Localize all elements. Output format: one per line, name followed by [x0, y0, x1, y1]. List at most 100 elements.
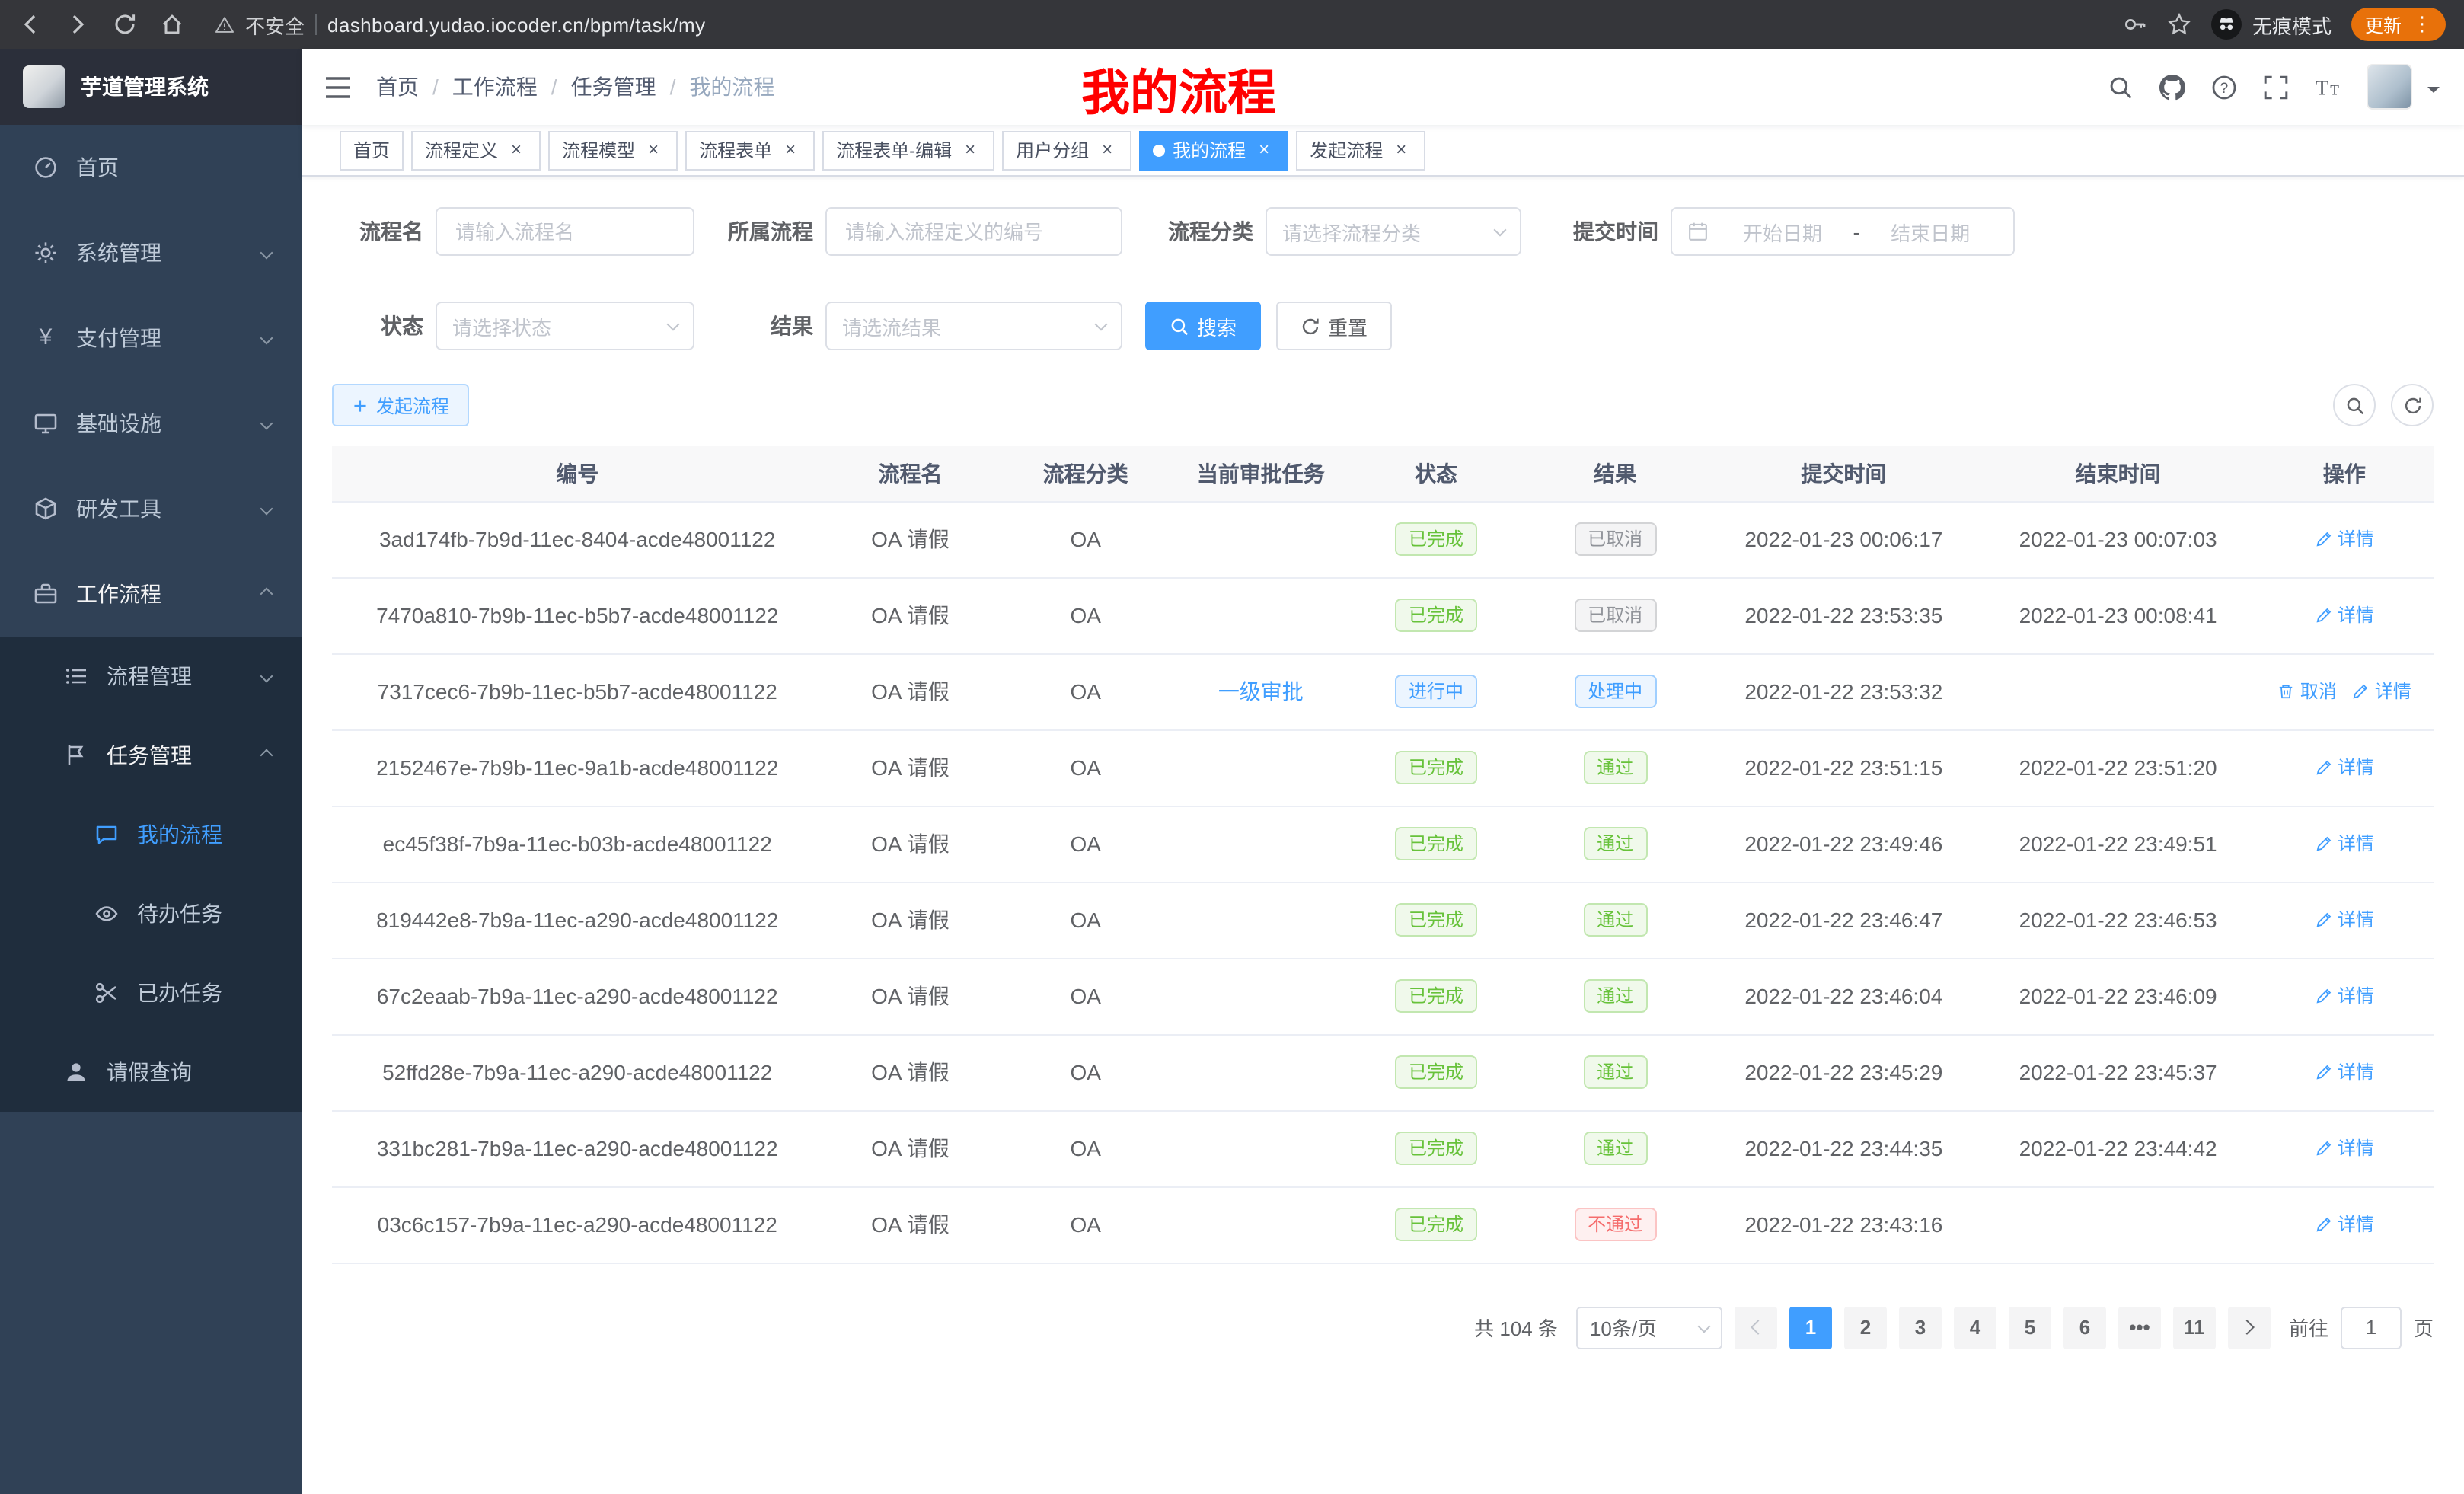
address-bar[interactable]: 不安全 dashboard.yudao.iocoder.cn/bpm/task/…: [215, 10, 706, 39]
sidebar-item-infrastructure[interactable]: 基础设施: [0, 381, 302, 466]
tab-home[interactable]: 首页: [340, 130, 404, 170]
cell-task: [1173, 1110, 1348, 1186]
search-icon[interactable]: [2108, 74, 2134, 100]
update-button[interactable]: 更新 ⋮: [2351, 8, 2446, 41]
result-select[interactable]: 请选流结果: [825, 302, 1122, 350]
forward-icon[interactable]: [65, 12, 90, 37]
detail-link[interactable]: 详情: [2315, 526, 2374, 552]
back-icon[interactable]: [18, 12, 43, 37]
sidebar-item-payment[interactable]: ¥支付管理: [0, 295, 302, 381]
delete-icon: [2277, 682, 2296, 701]
cell-submit-time: 2022-01-22 23:49:46: [1706, 806, 1980, 882]
sidebar-item-workflow[interactable]: 工作流程: [0, 551, 302, 637]
page-button-2[interactable]: 2: [1844, 1306, 1887, 1349]
detail-link[interactable]: 详情: [2315, 831, 2374, 857]
sidebar-item-devtools[interactable]: 研发工具: [0, 466, 302, 551]
close-icon[interactable]: ×: [780, 139, 801, 161]
refresh-table-button[interactable]: [2391, 384, 2434, 426]
cell-category: OA: [998, 1034, 1173, 1110]
breadcrumb-item[interactable]: 工作流程: [452, 72, 538, 102]
sidebar-item-todo-tasks[interactable]: 待办任务: [0, 874, 302, 953]
status-tag: 已完成: [1395, 903, 1477, 937]
detail-link[interactable]: 详情: [2315, 907, 2374, 933]
toggle-search-button[interactable]: [2333, 384, 2376, 426]
cell-id: 819442e8-7b9a-11ec-a290-acde48001122: [332, 882, 822, 958]
fullscreen-icon[interactable]: [2263, 74, 2289, 100]
table-toolbar: 发起流程: [332, 384, 2434, 426]
page-button-1[interactable]: 1: [1789, 1306, 1832, 1349]
process-name-input[interactable]: [436, 207, 694, 256]
breadcrumb-item[interactable]: 首页: [376, 72, 419, 102]
tab-process-form-edit[interactable]: 流程表单-编辑 ×: [822, 130, 994, 170]
close-icon[interactable]: ×: [959, 139, 981, 161]
prev-page-button[interactable]: [1735, 1306, 1777, 1349]
bookmark-star-icon[interactable]: [2167, 12, 2191, 37]
breadcrumb-item[interactable]: 任务管理: [571, 72, 656, 102]
right-toolbar: [2333, 384, 2434, 426]
tab-process-definition[interactable]: 流程定义×: [411, 130, 541, 170]
help-icon[interactable]: ?: [2211, 74, 2237, 100]
top-navbar: 首页/工作流程/任务管理/我的流程 我的流程 ? TT: [302, 49, 2464, 125]
sidebar-item-my-process[interactable]: 我的流程: [0, 795, 302, 874]
goto-page-input[interactable]: [2341, 1306, 2402, 1349]
edit-icon: [2315, 1139, 2333, 1157]
sidebar-item-task-mgmt[interactable]: 任务管理: [0, 716, 302, 795]
detail-link[interactable]: 详情: [2352, 678, 2411, 704]
sidebar-item-leave-query[interactable]: 请假查询: [0, 1033, 302, 1112]
font-size-icon[interactable]: TT: [2315, 74, 2341, 100]
avatar-caret-icon[interactable]: [2427, 86, 2440, 98]
tab-process-form[interactable]: 流程表单 ×: [685, 130, 815, 170]
tab-process-model[interactable]: 流程模型×: [548, 130, 678, 170]
tab-label: 流程表单-编辑: [836, 137, 952, 163]
github-icon[interactable]: [2159, 74, 2185, 100]
date-start-placeholder[interactable]: 开始日期: [1715, 217, 1850, 246]
page-button-5[interactable]: 5: [2009, 1306, 2051, 1349]
page-button-6[interactable]: 6: [2063, 1306, 2106, 1349]
cell-end-time: [1980, 1186, 2255, 1263]
detail-link[interactable]: 详情: [2315, 1211, 2374, 1237]
browser-home-icon[interactable]: [160, 12, 184, 37]
app-logo[interactable]: 芋道管理系统: [0, 49, 302, 125]
page-button-11[interactable]: 11: [2173, 1306, 2216, 1349]
close-icon[interactable]: ×: [643, 139, 664, 161]
close-icon[interactable]: ×: [1253, 139, 1275, 161]
sidebar-item-system[interactable]: 系统管理: [0, 210, 302, 295]
detail-link[interactable]: 详情: [2315, 602, 2374, 628]
cancel-link[interactable]: 取消: [2277, 678, 2337, 704]
close-icon[interactable]: ×: [1096, 139, 1118, 161]
category-select[interactable]: 请选择流程分类: [1266, 207, 1521, 256]
security-label[interactable]: 不安全: [245, 10, 305, 39]
sidebar-item-done-tasks[interactable]: 已办任务: [0, 953, 302, 1033]
search-button[interactable]: 搜索: [1145, 302, 1261, 350]
close-icon[interactable]: ×: [1390, 139, 1412, 161]
tab-start-process[interactable]: 发起流程×: [1296, 130, 1425, 170]
date-range-picker[interactable]: 开始日期 - 结束日期: [1671, 207, 2015, 256]
page-size-select[interactable]: 10条/页: [1576, 1306, 1722, 1349]
detail-link[interactable]: 详情: [2315, 1135, 2374, 1161]
sidebar-item-home[interactable]: 首页: [0, 125, 302, 210]
close-icon[interactable]: ×: [506, 139, 527, 161]
tab-my-process[interactable]: 我的流程×: [1139, 130, 1288, 170]
browser-menu-icon[interactable]: ⋮: [2412, 12, 2432, 37]
avatar[interactable]: [2367, 64, 2412, 110]
tab-user-group[interactable]: 用户分组×: [1002, 130, 1131, 170]
detail-link[interactable]: 详情: [2315, 983, 2374, 1009]
sidebar-item-process-mgmt[interactable]: 流程管理: [0, 637, 302, 716]
reload-icon[interactable]: [113, 12, 137, 37]
more-pages-button[interactable]: •••: [2118, 1306, 2161, 1349]
page-button-3[interactable]: 3: [1899, 1306, 1942, 1349]
reset-button[interactable]: 重置: [1276, 302, 1392, 350]
task-link[interactable]: 一级审批: [1218, 679, 1304, 704]
next-page-button[interactable]: [2228, 1306, 2271, 1349]
detail-link[interactable]: 详情: [2315, 755, 2374, 781]
page-button-4[interactable]: 4: [1954, 1306, 1996, 1349]
tab-label: 流程表单: [699, 137, 772, 163]
create-process-button[interactable]: 发起流程: [332, 384, 469, 426]
detail-link[interactable]: 详情: [2315, 1059, 2374, 1085]
hamburger-icon[interactable]: [324, 75, 352, 98]
password-key-icon[interactable]: [2123, 12, 2147, 37]
url-text[interactable]: dashboard.yudao.iocoder.cn/bpm/task/my: [327, 13, 706, 36]
status-select[interactable]: 请选择状态: [436, 302, 694, 350]
date-end-placeholder[interactable]: 结束日期: [1862, 217, 1998, 246]
process-key-input[interactable]: [825, 207, 1122, 256]
